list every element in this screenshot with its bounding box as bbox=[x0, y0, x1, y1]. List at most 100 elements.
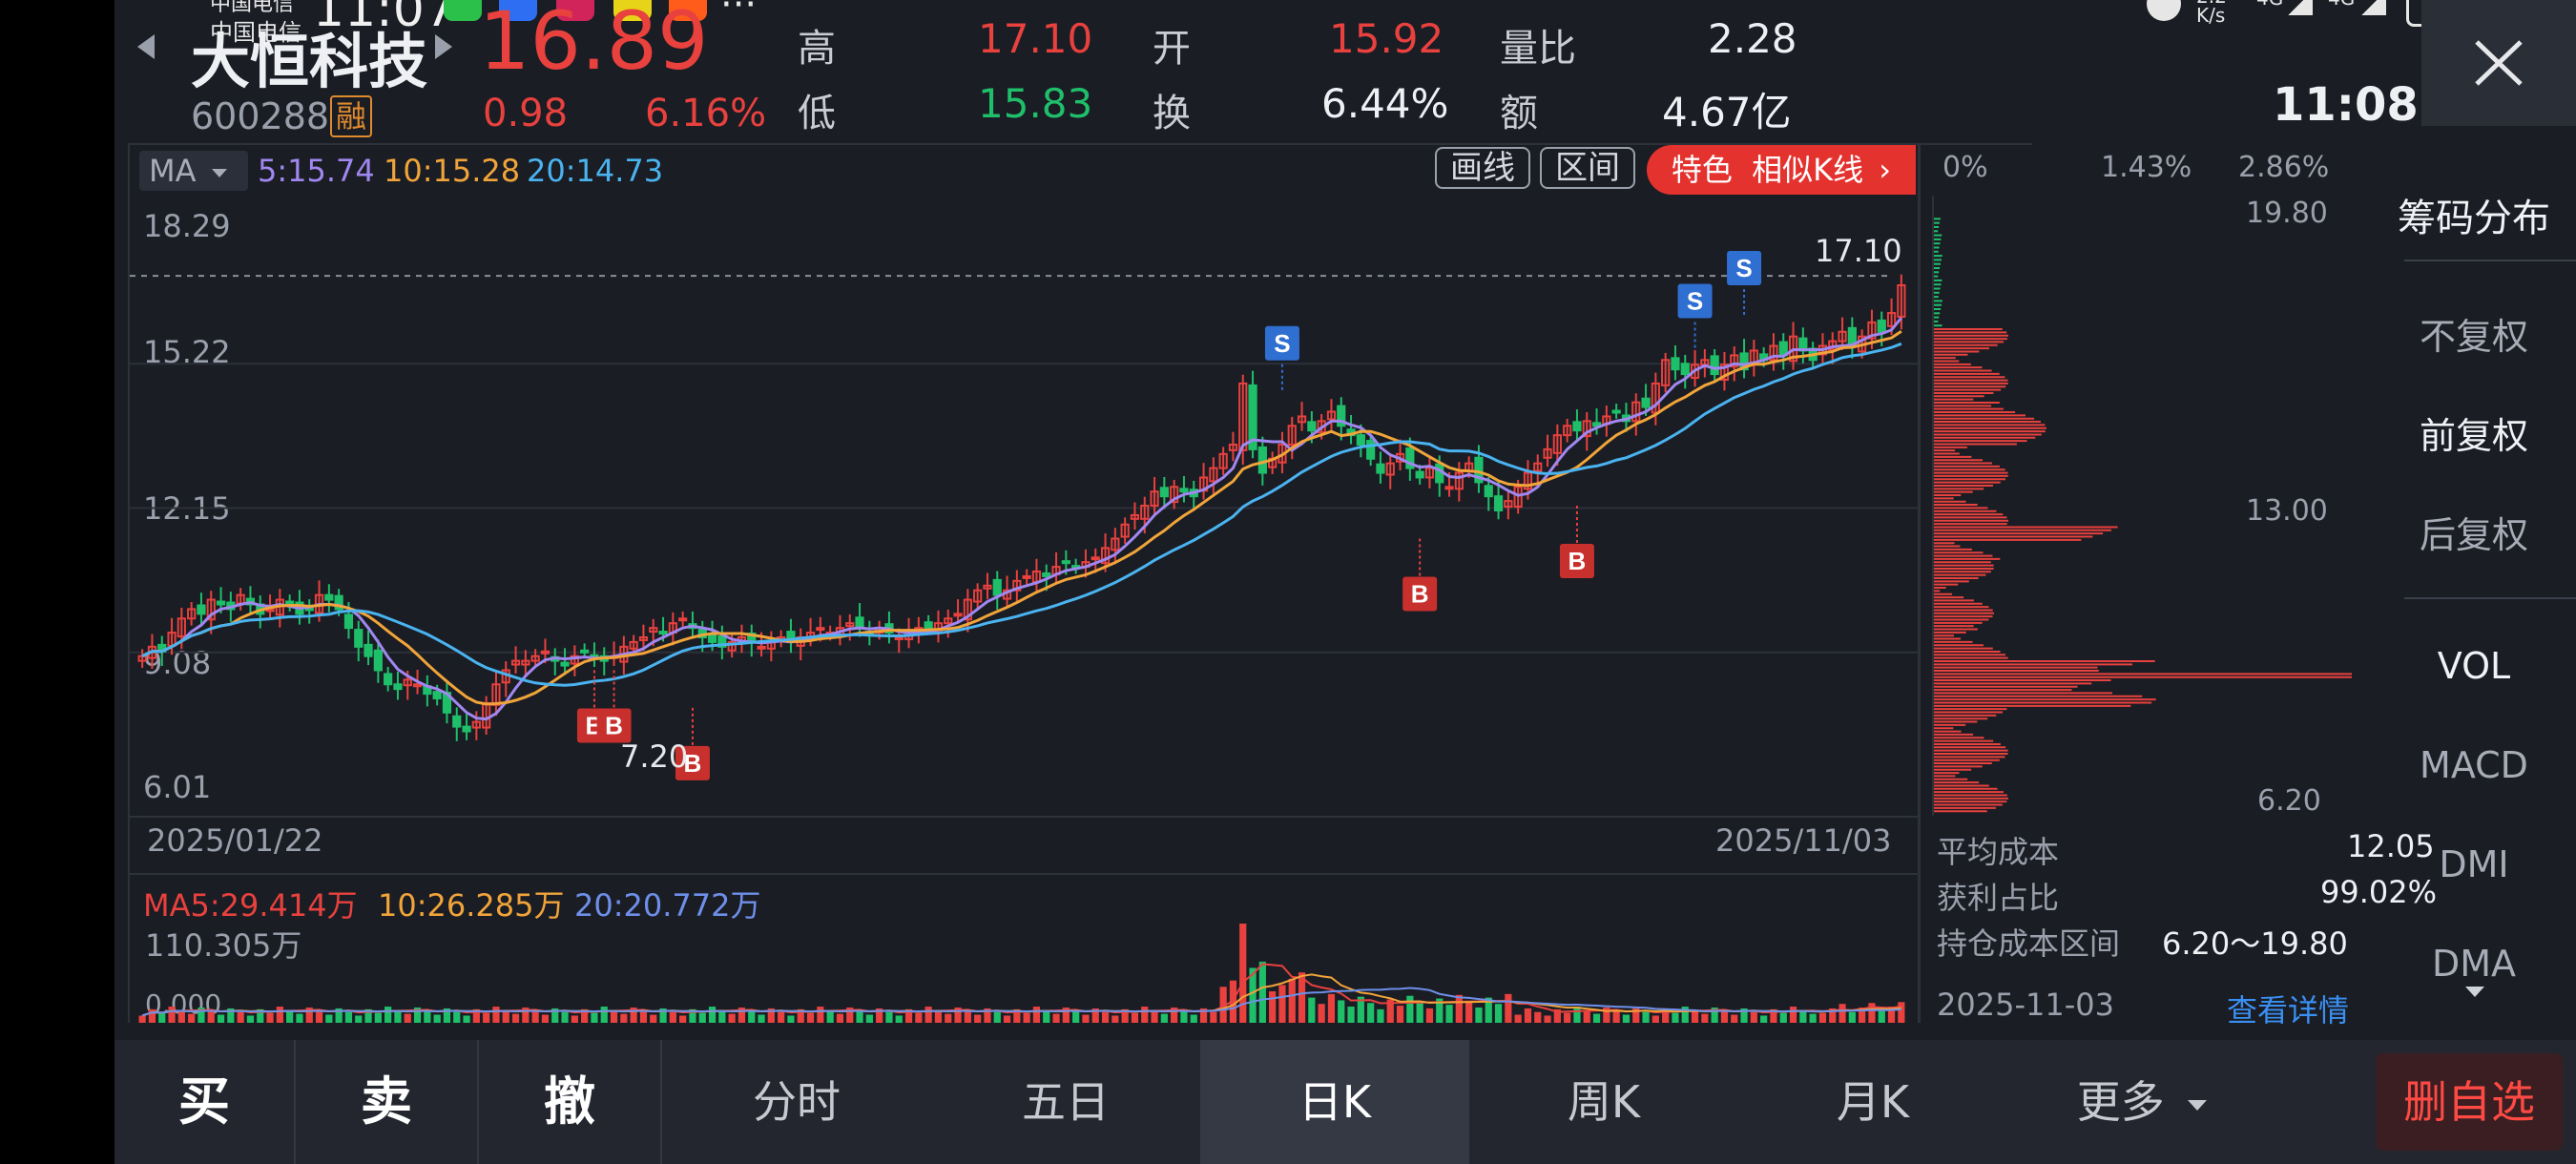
remove-watchlist-button[interactable]: 删自选 bbox=[2376, 1053, 2563, 1151]
low-value: 15.83 bbox=[978, 80, 1093, 127]
chart-date-line bbox=[128, 816, 1918, 818]
candle bbox=[678, 617, 688, 622]
draw-line-button[interactable]: 画线 bbox=[1435, 147, 1530, 189]
open-label: 开 bbox=[1153, 27, 1191, 71]
sell-button[interactable]: 卖 bbox=[296, 1040, 477, 1164]
candle bbox=[432, 691, 442, 700]
volume-bar bbox=[1190, 1014, 1197, 1023]
candle bbox=[216, 600, 226, 606]
volume-bar bbox=[355, 1015, 363, 1023]
tab-more[interactable]: 更多 bbox=[2007, 1040, 2276, 1164]
profit-label: 获利占比 bbox=[1937, 880, 2060, 916]
open-value: 15.92 bbox=[1329, 15, 1444, 62]
sell-signal-marker: S bbox=[1727, 250, 1762, 318]
volume-bar bbox=[1101, 1011, 1110, 1023]
volume-bar bbox=[1494, 1004, 1503, 1023]
cancel-order-button[interactable]: 撤 bbox=[479, 1040, 660, 1164]
ma5-value: 5:15.74 bbox=[258, 153, 375, 189]
signal-bars-icon-2 bbox=[2361, 0, 2386, 15]
chevron-down-icon bbox=[211, 168, 227, 177]
sidebar-scroll-down-icon[interactable] bbox=[2465, 987, 2484, 997]
volume-bar bbox=[1652, 1015, 1659, 1023]
volume-bar bbox=[915, 1012, 923, 1023]
signal-letter: S bbox=[1687, 286, 1703, 315]
candle bbox=[452, 715, 462, 728]
tab-more-label: 更多 bbox=[2076, 1076, 2165, 1128]
volume-bar bbox=[945, 1013, 952, 1023]
volume-bar bbox=[787, 1015, 795, 1023]
volume-bar bbox=[1111, 1015, 1119, 1023]
candle bbox=[462, 725, 471, 733]
tab-monthly-k[interactable]: 月K bbox=[1738, 1040, 2007, 1164]
volume-bar bbox=[1131, 1012, 1139, 1023]
high-mark-label: 17.10 bbox=[1815, 233, 1902, 269]
volume-bar bbox=[1425, 1008, 1434, 1023]
volume-bar bbox=[1760, 1015, 1768, 1023]
next-stock-icon[interactable] bbox=[435, 34, 452, 59]
kline-chart[interactable]: B BBSSSBB bbox=[130, 191, 1918, 816]
close-icon bbox=[2475, 40, 2523, 86]
sidebar-item-macd[interactable]: MACD bbox=[2374, 744, 2574, 786]
candle bbox=[1444, 486, 1454, 490]
prev-stock-icon[interactable] bbox=[137, 34, 155, 59]
low-label: 低 bbox=[798, 92, 836, 135]
volume-bar bbox=[1239, 924, 1247, 1023]
sidebar-chip-distribution[interactable]: 筹码分布 bbox=[2374, 187, 2574, 242]
signal-letter: B bbox=[1568, 547, 1587, 575]
volume-bar bbox=[1347, 1007, 1355, 1023]
candle bbox=[1091, 556, 1100, 561]
volume-bar bbox=[1514, 1014, 1522, 1023]
candle bbox=[707, 634, 717, 643]
candle bbox=[354, 629, 364, 648]
chip-detail-link[interactable]: 查看详情 bbox=[2227, 987, 2349, 1030]
sidebar-item-dma[interactable]: DMA bbox=[2374, 943, 2574, 977]
volume-bar bbox=[708, 1007, 717, 1023]
ma-selector[interactable]: MA bbox=[139, 151, 248, 191]
volume-bar bbox=[433, 1014, 441, 1023]
volume-bar bbox=[177, 1009, 185, 1023]
chevron-down-icon bbox=[2188, 1100, 2208, 1111]
candle bbox=[1484, 485, 1493, 498]
candle bbox=[1611, 409, 1621, 414]
ma20-value: 20:14.73 bbox=[527, 153, 664, 189]
volume-bar bbox=[148, 1008, 156, 1023]
volume-bar bbox=[168, 1007, 176, 1023]
candle bbox=[953, 613, 963, 617]
chip-pct-1: 1.43% bbox=[2101, 151, 2192, 184]
volume-bar bbox=[924, 1007, 932, 1023]
candle bbox=[1641, 397, 1651, 408]
candle bbox=[560, 661, 570, 667]
candle bbox=[924, 621, 933, 630]
sidebar-item-vol[interactable]: VOL bbox=[2374, 645, 2574, 687]
sidebar-item-no-adjust[interactable]: 不复权 bbox=[2374, 307, 2574, 360]
candle bbox=[1415, 470, 1424, 479]
volume-bar bbox=[1396, 1006, 1404, 1023]
volume-bar bbox=[1023, 1012, 1030, 1023]
tab-intraday[interactable]: 分时 bbox=[662, 1040, 931, 1164]
tab-weekly-k[interactable]: 周K bbox=[1469, 1040, 1738, 1164]
candle bbox=[412, 683, 423, 688]
volume-bar bbox=[1818, 1012, 1827, 1023]
stock-price: 16.89 bbox=[479, 0, 709, 88]
candle bbox=[1179, 488, 1189, 493]
volume-bar bbox=[974, 1014, 982, 1023]
volume-bar bbox=[1445, 1005, 1453, 1023]
close-button[interactable] bbox=[2421, 0, 2576, 126]
similar-k-button[interactable]: 特色 相似K线 › bbox=[1647, 145, 1916, 195]
volume-bar bbox=[384, 1007, 392, 1023]
candle bbox=[1061, 560, 1070, 565]
volume-bar bbox=[1082, 1014, 1090, 1023]
tab-daily-k[interactable]: 日K bbox=[1200, 1040, 1469, 1164]
sell-signal-marker: S bbox=[1677, 283, 1713, 351]
volume-bar bbox=[1288, 978, 1296, 1023]
sidebar-item-forward-adjust[interactable]: 前复权 bbox=[2374, 406, 2574, 459]
volume-bar bbox=[207, 1010, 215, 1023]
sidebar-item-dmi[interactable]: DMI bbox=[2374, 843, 2574, 885]
tab-five-day[interactable]: 五日 bbox=[931, 1040, 1200, 1164]
volume-bar bbox=[1465, 1001, 1473, 1023]
volume-bar bbox=[1848, 1011, 1856, 1023]
volume-bar bbox=[483, 1012, 490, 1023]
sidebar-item-backward-adjust[interactable]: 后复权 bbox=[2374, 506, 2574, 558]
buy-button[interactable]: 买 bbox=[114, 1040, 294, 1164]
range-button[interactable]: 区间 bbox=[1540, 147, 1635, 189]
